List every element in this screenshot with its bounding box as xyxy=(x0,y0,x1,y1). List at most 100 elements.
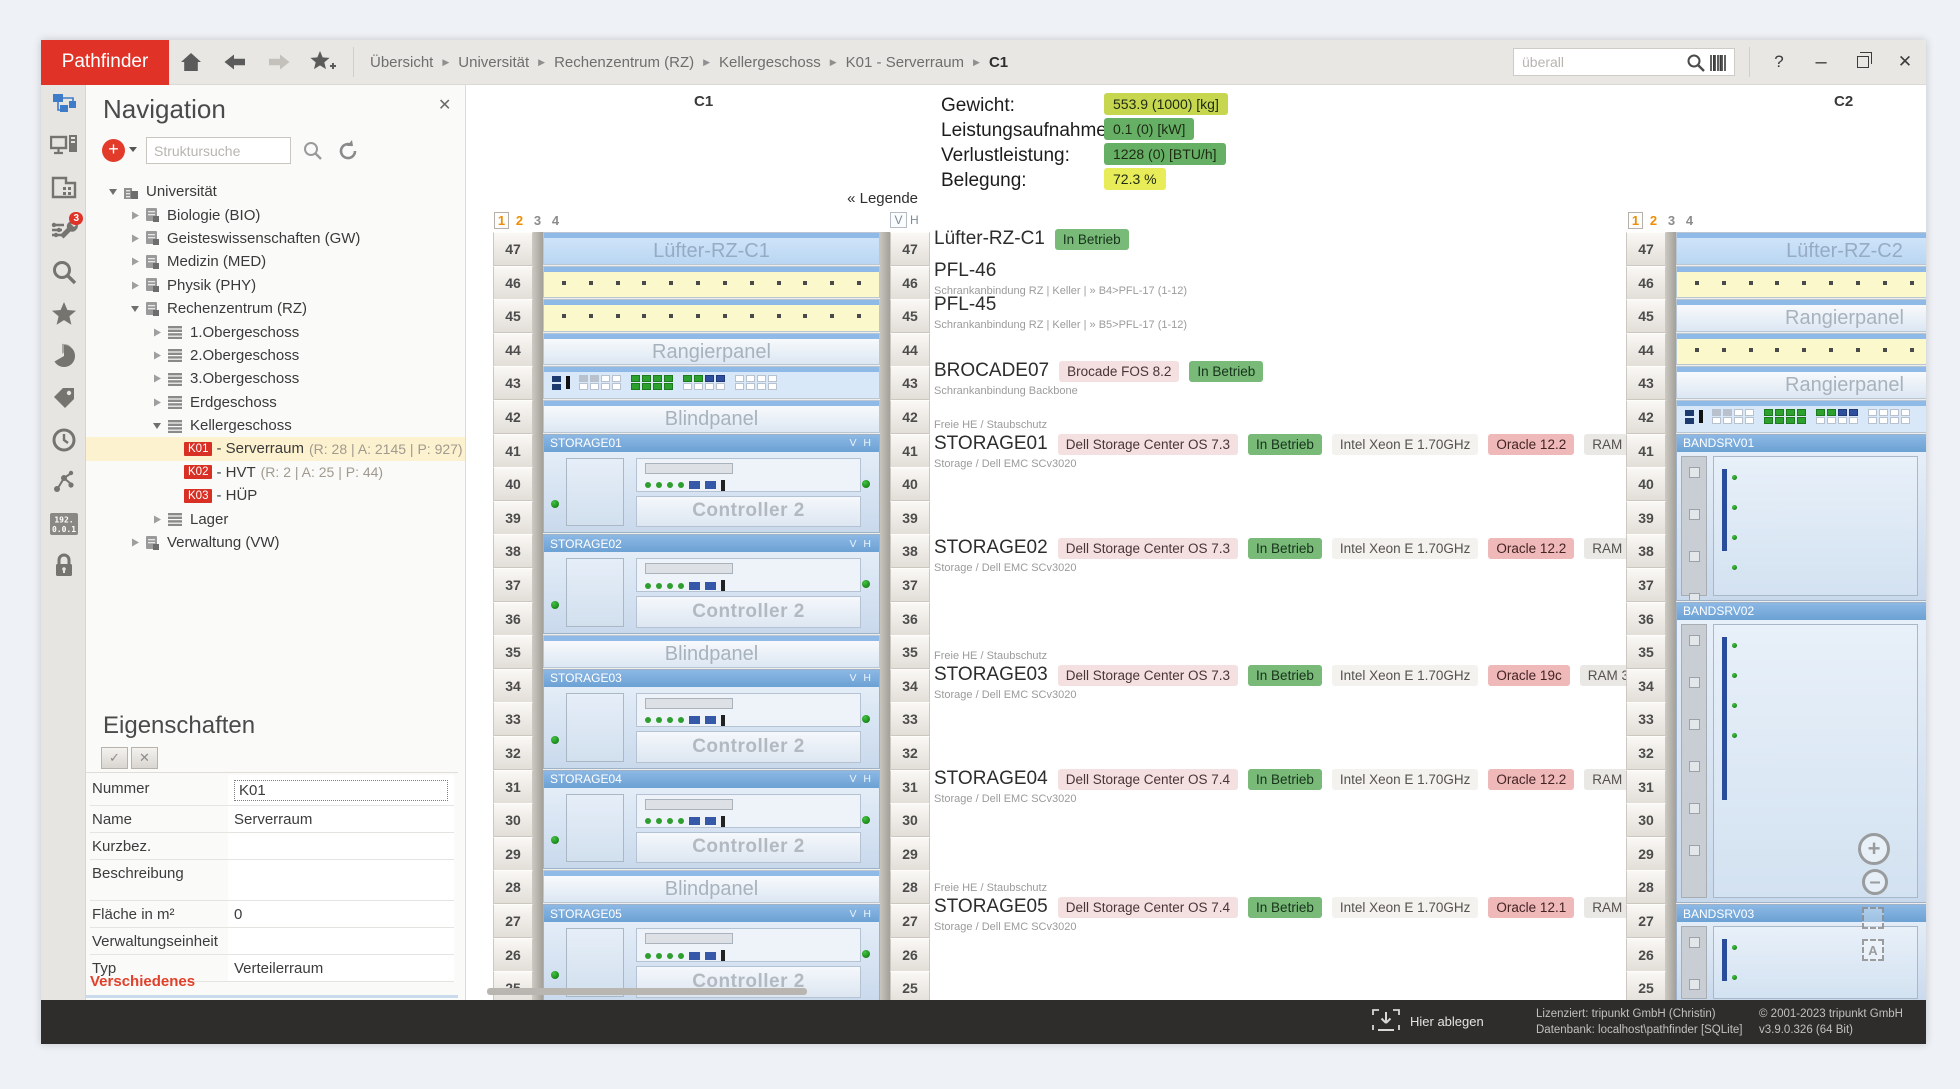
rack-device-storage01[interactable]: STORAGE01V HController 2 xyxy=(543,434,880,534)
lock-button[interactable] xyxy=(41,547,86,589)
workplace-button[interactable] xyxy=(41,127,86,169)
favorite-add-button[interactable] xyxy=(306,45,340,79)
property-value[interactable]: 0 xyxy=(228,901,454,927)
property-value[interactable]: Verteilerraum xyxy=(228,955,454,981)
tree-item[interactable]: Physik (PHY) xyxy=(86,274,465,297)
device-name[interactable]: Lüfter-RZ-C1 xyxy=(934,228,1045,250)
structure-search-input[interactable] xyxy=(146,137,291,164)
storage-vh-toggle[interactable]: V H xyxy=(849,437,873,449)
breadcrumb-item[interactable]: Universität xyxy=(458,54,529,71)
expand-icon[interactable] xyxy=(152,351,162,360)
device-name[interactable]: STORAGE04 xyxy=(934,768,1048,790)
tree-item[interactable]: Universität xyxy=(86,180,465,203)
zoom-in-button[interactable]: + xyxy=(1858,833,1890,865)
tree-item[interactable]: Biologie (BIO) xyxy=(86,203,465,226)
legend-link[interactable]: « Legende xyxy=(796,190,918,207)
tree-item[interactable]: Verwaltung (VW) xyxy=(86,531,465,554)
tree-item[interactable]: Medizin (MED) xyxy=(86,250,465,273)
add-node-button[interactable]: + xyxy=(102,139,125,162)
rack-device-patch[interactable] xyxy=(1676,333,1926,366)
storage-vh-toggle[interactable]: V H xyxy=(849,672,873,684)
rack-side-tab[interactable]: 2 xyxy=(1646,213,1661,228)
tree-item[interactable]: Rechenzentrum (RZ) xyxy=(86,297,465,320)
view-h-toggle[interactable]: H xyxy=(910,213,919,227)
horizontal-scrollbar[interactable] xyxy=(487,988,807,995)
tree-item[interactable]: 2.Obergeschoss xyxy=(86,344,465,367)
navigation-close-button[interactable]: ✕ xyxy=(438,95,451,115)
expand-icon[interactable] xyxy=(152,515,162,524)
search-button[interactable] xyxy=(41,253,86,295)
collapse-icon[interactable] xyxy=(152,421,162,430)
rack-device-rangierpanel[interactable]: Rangierpanel xyxy=(1676,299,1926,332)
auto-layout-button[interactable]: A xyxy=(1862,939,1884,961)
rack-device-switch[interactable] xyxy=(543,366,880,399)
global-search[interactable] xyxy=(1513,48,1735,76)
statistics-pie-button[interactable] xyxy=(41,337,86,379)
breadcrumb-item[interactable]: Übersicht xyxy=(370,54,433,71)
storage-vh-toggle[interactable]: V H xyxy=(849,908,873,920)
tree-item[interactable]: 3.Obergeschoss xyxy=(86,367,465,390)
tree-item[interactable]: Kellergeschoss xyxy=(86,414,465,437)
expand-icon[interactable] xyxy=(152,374,162,383)
rack-side-tab[interactable]: 1 xyxy=(494,212,509,229)
property-value[interactable] xyxy=(228,833,454,859)
history-clock-button[interactable] xyxy=(41,421,86,463)
property-value[interactable] xyxy=(228,928,454,954)
view-v-toggle[interactable]: V xyxy=(890,212,907,228)
storage-vh-toggle[interactable]: V H xyxy=(849,538,873,550)
tree-item[interactable]: Lager xyxy=(86,507,465,530)
rack-device-storage03[interactable]: STORAGE03V HController 2 xyxy=(543,669,880,769)
property-value[interactable]: K01 xyxy=(228,775,454,805)
tools-button[interactable]: 3 xyxy=(41,211,86,253)
breadcrumb[interactable]: Übersicht▶Universität▶Rechenzentrum (RZ)… xyxy=(370,54,1513,71)
tree-item[interactable]: Erdgeschoss xyxy=(86,391,465,414)
add-node-caret-icon[interactable] xyxy=(129,147,137,156)
device-name[interactable]: STORAGE05 xyxy=(934,896,1048,918)
rack-device-bandsrv01[interactable]: BANDSRV01 xyxy=(1676,434,1926,601)
tree-item[interactable]: K01- Serverraum(R: 28 | A: 2145 | P: 927… xyxy=(86,437,465,460)
favorites-star-button[interactable] xyxy=(41,295,86,337)
device-name[interactable]: STORAGE02 xyxy=(934,537,1048,559)
rack-side-tab[interactable]: 3 xyxy=(530,213,545,228)
maximize-button[interactable] xyxy=(1842,45,1884,79)
storage-vh-toggle[interactable]: V H xyxy=(849,773,873,785)
rack-device-blindpanel[interactable]: Blindpanel xyxy=(543,635,880,668)
device-name[interactable]: PFL-46 xyxy=(934,260,996,282)
properties-section-misc[interactable]: Verschiedenes xyxy=(90,973,195,990)
rack-device-storage02[interactable]: STORAGE02V HController 2 xyxy=(543,534,880,634)
rack-device-bandsrv03[interactable]: BANDSRV03 xyxy=(1676,904,1926,1000)
rack-side-tab[interactable]: 4 xyxy=(1682,213,1697,228)
rack-device-patch[interactable] xyxy=(1676,266,1926,299)
rack-device-l-fter-rz-c2[interactable]: Lüfter-RZ-C2 xyxy=(1676,232,1926,265)
rack-side-tab[interactable]: 3 xyxy=(1664,213,1679,228)
property-value[interactable] xyxy=(228,860,454,900)
rack-side-tab[interactable]: 4 xyxy=(548,213,563,228)
drop-zone[interactable]: Hier ablegen xyxy=(1371,1007,1484,1035)
rack-device-blindpanel[interactable]: Blindpanel xyxy=(543,870,880,903)
back-button[interactable] xyxy=(218,45,252,79)
room-plan-button[interactable] xyxy=(41,169,86,211)
expand-icon[interactable] xyxy=(130,281,140,290)
apply-button[interactable]: ✓ xyxy=(101,747,128,769)
expand-icon[interactable] xyxy=(152,328,162,337)
expand-icon[interactable] xyxy=(130,257,140,266)
collapse-icon[interactable] xyxy=(108,187,118,196)
expand-icon[interactable] xyxy=(130,234,140,243)
rack-device-blindpanel[interactable]: Blindpanel xyxy=(543,400,880,433)
minimize-button[interactable]: – xyxy=(1800,45,1842,79)
breadcrumb-item[interactable]: C1 xyxy=(989,54,1008,71)
fit-view-button[interactable] xyxy=(1862,907,1884,929)
breadcrumb-item[interactable]: K01 - Serverraum xyxy=(846,54,964,71)
pathfinder-logo[interactable]: Pathfinder xyxy=(41,40,169,85)
device-name[interactable]: STORAGE01 xyxy=(934,433,1048,455)
property-value[interactable]: Serverraum xyxy=(228,806,454,832)
rack-device-switch[interactable] xyxy=(1676,400,1926,433)
discard-button[interactable]: ✕ xyxy=(131,747,158,769)
topology-network-button[interactable] xyxy=(41,463,86,505)
ip-address-button[interactable]: 192.0.0.1 xyxy=(41,505,86,547)
expand-icon[interactable] xyxy=(152,398,162,407)
rack-device-patch[interactable] xyxy=(543,299,880,332)
forward-button[interactable] xyxy=(262,45,296,79)
help-button[interactable]: ? xyxy=(1758,45,1800,79)
rack-device-storage04[interactable]: STORAGE04V HController 2 xyxy=(543,770,880,870)
